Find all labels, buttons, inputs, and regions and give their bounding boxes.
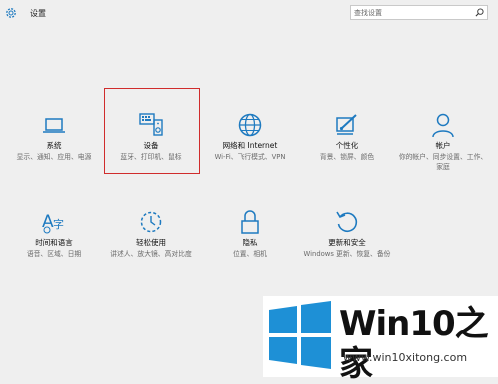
category-name: 轻松使用 [136, 238, 166, 247]
category-desc: Windows 更新、恢复、备份 [303, 250, 391, 258]
person-icon [432, 113, 454, 138]
category-network[interactable]: 网络和 Internet Wi-Fi、飞行模式、VPN [205, 112, 295, 182]
category-update-security[interactable]: 更新和安全 Windows 更新、恢复、备份 [302, 209, 392, 279]
category-name: 隐私 [242, 238, 258, 247]
search-box[interactable] [350, 5, 488, 20]
globe-icon [238, 113, 262, 137]
category-desc: 显示、通知、应用、电源 [16, 153, 92, 161]
category-system[interactable]: 系统 显示、通知、应用、电源 [9, 112, 99, 182]
svg-text:字: 字 [53, 217, 64, 231]
category-personalization[interactable]: 个性化 背景、锁屏、颜色 [302, 112, 392, 182]
window-title: 设置 [30, 9, 46, 18]
ease-of-access-icon [140, 211, 162, 233]
category-privacy[interactable]: 隐私 位置、相机 [205, 209, 295, 279]
search-input[interactable] [354, 7, 472, 18]
watermark-url: www.win10xitong.com [343, 351, 468, 364]
title-bar: 设置 [0, 0, 498, 26]
paintbrush-icon [336, 114, 357, 135]
category-name: 设备 [143, 141, 159, 150]
category-desc: 讲述人、放大镜、高对比度 [110, 250, 192, 258]
category-desc: 蓝牙、打印机、鼠标 [120, 153, 182, 161]
watermark-logo: Win10之家 www.win10xitong.com [263, 296, 498, 384]
lock-icon [241, 210, 259, 234]
category-name: 个性化 [335, 141, 359, 150]
category-time-language[interactable]: A 字 时间和语言 语音、区域、日期 [9, 209, 99, 279]
category-name: 更新和安全 [328, 238, 366, 247]
category-desc: Wi-Fi、飞行模式、VPN [214, 153, 286, 161]
category-name: 帐户 [435, 141, 451, 150]
gear-icon [6, 8, 16, 18]
time-language-icon: A 字 [42, 212, 64, 234]
category-desc: 位置、相机 [233, 250, 267, 258]
windows-logo-icon [269, 301, 331, 369]
watermark-brand: Win10之家 [339, 304, 489, 384]
category-devices[interactable]: 设备 蓝牙、打印机、鼠标 [106, 112, 196, 182]
update-icon [336, 211, 358, 233]
category-accounts[interactable]: 帐户 你的帐户、同步设置、工作、家庭 [398, 112, 488, 182]
search-icon[interactable] [475, 8, 484, 17]
category-desc: 背景、锁屏、颜色 [319, 153, 375, 161]
category-name: 系统 [46, 141, 62, 150]
devices-icon [139, 113, 163, 136]
category-name: 网络和 Internet [222, 141, 278, 150]
laptop-icon [43, 118, 65, 133]
category-desc: 你的帐户、同步设置、工作、家庭 [398, 153, 488, 171]
category-desc: 语音、区域、日期 [26, 250, 82, 258]
category-ease-of-access[interactable]: 轻松使用 讲述人、放大镜、高对比度 [106, 209, 196, 279]
category-name: 时间和语言 [35, 238, 73, 247]
